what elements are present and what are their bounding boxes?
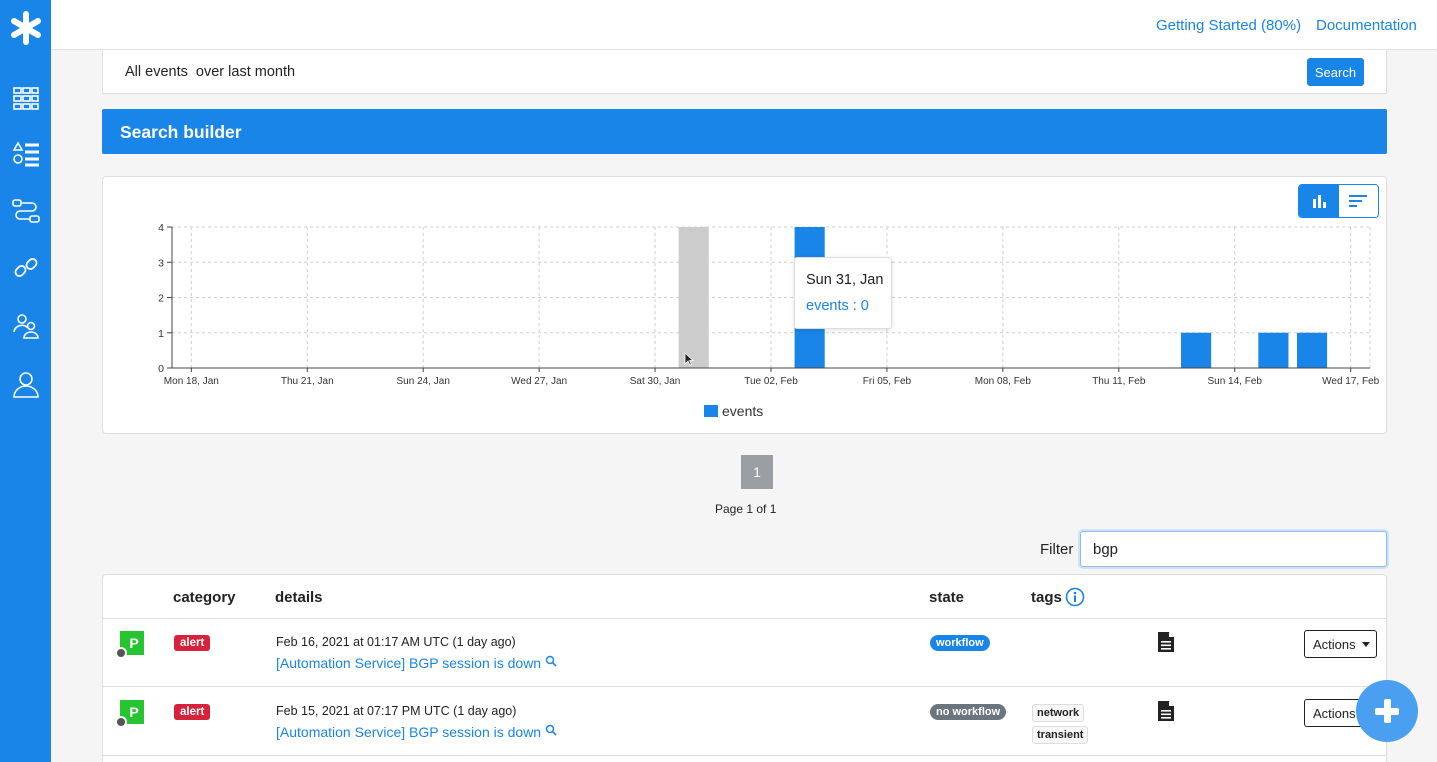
tag-badge[interactable]: transient: [1032, 726, 1089, 744]
event-title-text: [Automation Service] BGP session is down: [276, 655, 542, 671]
magnifier-icon[interactable]: [545, 724, 557, 736]
chart-bar: [1296, 332, 1328, 368]
mouse-cursor-icon: [684, 352, 694, 366]
sidebar-item-integrations[interactable]: [10, 252, 42, 284]
incidents-list-icon: [12, 141, 39, 167]
y-tick-label: 3: [158, 257, 164, 269]
bar-chart-icon: [1312, 195, 1326, 208]
event-timestamp: Feb 15, 2021 at 07:17 PM UTC (1 day ago): [276, 704, 517, 718]
tooltip-value: events : 0: [806, 298, 869, 314]
documentation-link[interactable]: Documentation: [1316, 17, 1417, 34]
filter-input[interactable]: [1080, 531, 1387, 567]
getting-started-link[interactable]: Getting Started (80%): [1156, 17, 1301, 34]
sidebar-item-dashboard[interactable]: [10, 82, 42, 114]
legend-label: events: [722, 403, 764, 419]
pagination-info: Page 1 of 1: [715, 502, 777, 516]
hover-highlight-band: [678, 227, 709, 368]
sidebar-item-teams[interactable]: [10, 310, 42, 342]
integrations-link-icon: [14, 258, 38, 277]
pagination-page-1[interactable]: 1: [741, 455, 773, 489]
workflows-icon: [12, 199, 40, 223]
y-tick-label: 2: [158, 293, 164, 305]
x-tick-label: Mon 18, Jan: [164, 376, 219, 387]
chart-view-toggle: [1298, 184, 1379, 218]
column-header-tags[interactable]: tags: [1031, 589, 1062, 606]
document-icon[interactable]: [1157, 631, 1175, 653]
info-icon[interactable]: [1065, 587, 1085, 607]
search-bar[interactable]: All events over last month Search: [102, 50, 1387, 94]
column-header-details[interactable]: details: [275, 589, 323, 606]
sidebar-item-workflows[interactable]: [10, 195, 42, 227]
status-dot: [115, 716, 127, 728]
bar-chart-view-button[interactable]: [1299, 185, 1339, 217]
source-integration-icon: P: [115, 698, 145, 728]
y-tick-label: 0: [158, 363, 164, 375]
top-navigation-bar: Getting Started (80%) Documentation: [51, 0, 1437, 50]
x-tick-label: Thu 11, Feb: [1092, 376, 1146, 387]
search-builder-title: Search builder: [120, 122, 242, 142]
chart-bar: [1181, 332, 1212, 368]
search-button[interactable]: Search: [1307, 58, 1364, 86]
tag-badge[interactable]: network: [1032, 704, 1085, 722]
category-badge: alert: [174, 704, 211, 720]
sidebar-item-incidents[interactable]: [10, 138, 42, 170]
sidebar-item-profile[interactable]: [10, 368, 42, 400]
dashboard-icon: [13, 87, 39, 110]
chart-legend[interactable]: events: [704, 403, 763, 419]
column-header-state[interactable]: state: [929, 589, 964, 606]
state-badge: workflow: [930, 635, 990, 651]
app-logo-icon[interactable]: [8, 10, 44, 46]
column-header-category[interactable]: category: [173, 589, 236, 606]
state-badge: no workflow: [930, 704, 1007, 720]
table-row[interactable]: P alert Feb 16, 2021 at 01:17 AM UTC (1 …: [103, 619, 1386, 687]
source-integration-icon: P: [115, 629, 145, 659]
search-builder-toggle[interactable]: Search builder: [102, 109, 1387, 154]
document-icon[interactable]: [1157, 700, 1175, 722]
event-timestamp: Feb 16, 2021 at 01:17 AM UTC (1 day ago): [276, 635, 516, 649]
chart-tooltip: Sun 31, Jan events : 0: [794, 257, 892, 329]
actions-dropdown-button[interactable]: Actions: [1304, 630, 1377, 658]
event-title-link[interactable]: [Automation Service] BGP session is down: [276, 724, 557, 740]
chart-bar: [1258, 332, 1289, 368]
events-bar-chart: 0 1 2 3 4 Mon 18, Jan Thu 21, Jan Sun 24, Jan We…: [158, 222, 1380, 387]
events-chart-panel: 0 1 2 3 4 Mon 18, Jan Thu 21, Jan Sun 24, Jan We…: [102, 176, 1387, 434]
y-tick-label: 4: [158, 222, 164, 234]
x-tick-label: Wed 27, Jan: [511, 376, 567, 387]
search-query-text[interactable]: All events over last month: [125, 64, 295, 80]
x-tick-label: Thu 21, Jan: [281, 376, 334, 387]
x-tick-label: Wed 17, Feb: [1322, 376, 1380, 387]
y-tick-label: 1: [158, 328, 164, 340]
user-profile-icon: [13, 372, 39, 398]
event-title-text: [Automation Service] BGP session is down: [276, 724, 542, 740]
x-tick-label: Fri 05, Feb: [863, 376, 912, 387]
category-badge: alert: [174, 635, 211, 651]
tooltip-date: Sun 31, Jan: [806, 272, 884, 288]
list-view-button[interactable]: [1338, 185, 1378, 217]
magnifier-icon[interactable]: [545, 655, 557, 667]
x-tick-label: Mon 08, Feb: [975, 376, 1032, 387]
x-tick-label: Tue 02, Feb: [744, 376, 798, 387]
sidebar: [0, 0, 51, 762]
status-dot: [115, 647, 127, 659]
x-tick-label: Sat 30, Jan: [630, 376, 681, 387]
legend-swatch: [704, 405, 718, 417]
x-tick-label: Sun 24, Jan: [397, 376, 450, 387]
teams-icon: [13, 314, 39, 339]
events-table: category details state tags P alert Feb …: [102, 574, 1387, 762]
x-tick-label: Sun 14, Feb: [1207, 376, 1262, 387]
event-title-link[interactable]: [Automation Service] BGP session is down: [276, 655, 557, 671]
table-row[interactable]: P alert Feb 15, 2021 at 07:17 PM UTC (1 …: [103, 688, 1386, 756]
main-content: All events over last month Search Search…: [51, 50, 1437, 762]
add-fab-button[interactable]: [1356, 680, 1418, 742]
filter-label: Filter: [1040, 541, 1074, 558]
list-lines-icon: [1349, 195, 1368, 207]
